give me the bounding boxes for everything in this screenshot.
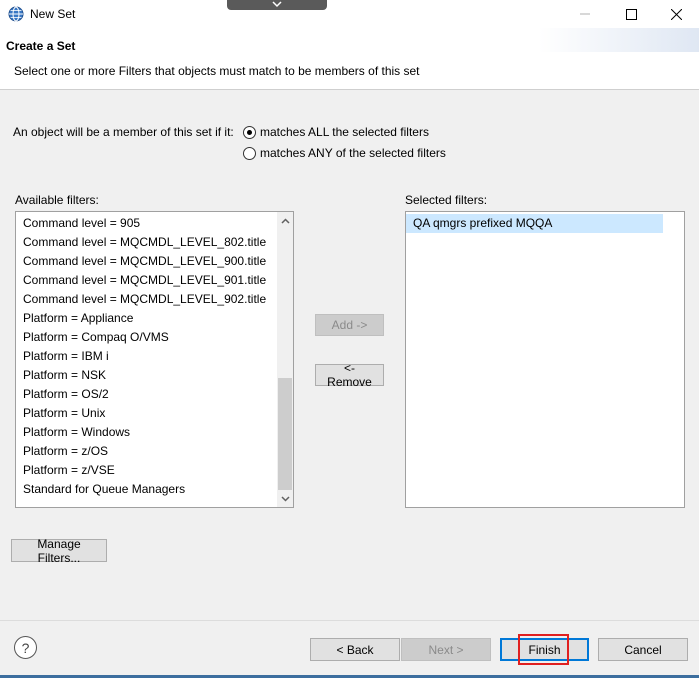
list-item[interactable]: Platform = Appliance: [16, 309, 293, 328]
list-item[interactable]: Platform = IBM i: [16, 347, 293, 366]
manage-filters-button[interactable]: Manage Filters...: [11, 537, 107, 565]
maximize-button[interactable]: [608, 0, 654, 28]
membership-label: An object will be a member of this set i…: [13, 125, 234, 139]
close-icon: [670, 8, 682, 20]
list-item[interactable]: Platform = z/VSE: [16, 461, 293, 480]
list-item[interactable]: Platform = Unix: [16, 404, 293, 423]
list-item[interactable]: Platform = NSK: [16, 366, 293, 385]
next-button[interactable]: Next >: [401, 638, 491, 661]
list-item[interactable]: Platform = Windows: [16, 423, 293, 442]
radio-match-any-label: matches ANY of the selected filters: [260, 146, 446, 160]
list-item[interactable]: Command level = MQCMDL_LEVEL_802.title: [16, 233, 293, 252]
scroll-up-button[interactable]: [277, 212, 293, 229]
chevron-down-icon: [272, 1, 282, 8]
banner-decoration: [539, 28, 699, 52]
close-button[interactable]: [653, 0, 699, 28]
available-filters-label: Available filters:: [15, 193, 99, 207]
list-item[interactable]: Command level = MQCMDL_LEVEL_902.title: [16, 290, 293, 309]
back-button[interactable]: < Back: [310, 638, 400, 661]
list-item[interactable]: Platform = OS/2: [16, 385, 293, 404]
list-item[interactable]: Standard for Queue Managers: [16, 480, 293, 499]
minimize-button[interactable]: [562, 0, 608, 28]
cancel-button[interactable]: Cancel: [598, 638, 688, 661]
radio-checked-icon: [243, 125, 256, 139]
add-button[interactable]: Add ->: [315, 314, 384, 336]
list-item[interactable]: Platform = z/OS: [16, 442, 293, 461]
help-button[interactable]: ?: [14, 636, 37, 659]
radio-match-all[interactable]: matches ALL the selected filters: [243, 125, 429, 139]
help-icon: ?: [21, 639, 30, 656]
remove-button[interactable]: <- Remove: [315, 361, 384, 389]
chevron-down-icon: [280, 495, 290, 502]
list-item[interactable]: Command level = MQCMDL_LEVEL_900.title: [16, 252, 293, 271]
selected-filters-list[interactable]: QA qmgrs prefixed MQQA: [405, 211, 685, 508]
vertical-scrollbar[interactable]: [277, 212, 293, 507]
radio-match-all-label: matches ALL the selected filters: [260, 125, 429, 139]
finish-button[interactable]: Finish: [500, 638, 589, 661]
wizard-banner: Create a Set Select one or more Filters …: [0, 28, 699, 90]
list-item[interactable]: Command level = MQCMDL_LEVEL_901.title: [16, 271, 293, 290]
selected-filters-label: Selected filters:: [405, 193, 488, 207]
available-filters-list[interactable]: Command level = 905 Command level = MQCM…: [15, 211, 294, 508]
page-description: Select one or more Filters that objects …: [14, 64, 420, 78]
list-item[interactable]: Platform = Compaq O/VMS: [16, 328, 293, 347]
maximize-icon: [625, 8, 637, 20]
minimize-icon: [580, 13, 590, 15]
list-item[interactable]: Command level = 905: [16, 214, 293, 233]
scroll-thumb[interactable]: [278, 378, 292, 490]
chevron-up-icon: [280, 217, 290, 224]
page-title: Create a Set: [6, 39, 76, 53]
drag-handle[interactable]: [227, 0, 327, 10]
list-item[interactable]: QA qmgrs prefixed MQQA: [406, 214, 663, 233]
footer-divider: [0, 620, 699, 621]
radio-match-any[interactable]: matches ANY of the selected filters: [243, 146, 446, 160]
radio-unchecked-icon: [243, 146, 256, 160]
globe-icon: [8, 6, 24, 22]
window-title: New Set: [30, 7, 76, 21]
scroll-down-button[interactable]: [277, 490, 293, 507]
title-bar: New Set: [0, 0, 699, 28]
